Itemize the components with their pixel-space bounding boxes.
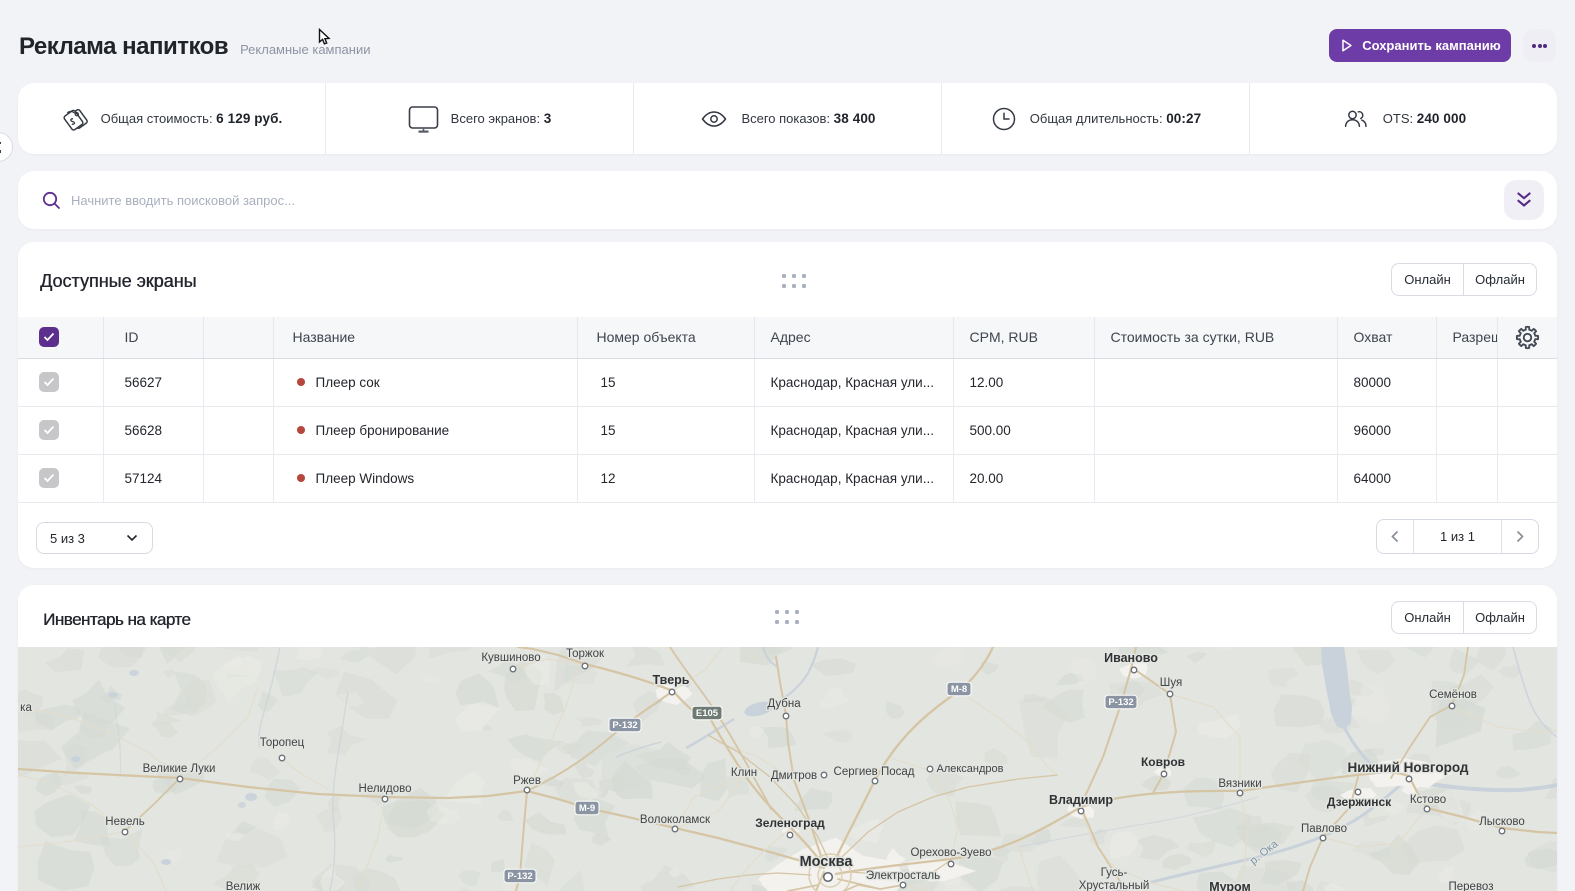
svg-text:Хрустальный: Хрустальный (1079, 880, 1150, 891)
svg-text:Электросталь: Электросталь (866, 870, 940, 882)
svg-text:М-9: М-9 (579, 803, 595, 814)
svg-text:Александров: Александров (937, 763, 1004, 775)
svg-text:Нелидово: Нелидово (359, 783, 412, 795)
svg-text:Гусь-: Гусь- (1101, 867, 1128, 879)
svg-text:Торопец: Торопец (260, 737, 305, 749)
svg-text:Нижний Новгород: Нижний Новгород (1348, 760, 1469, 775)
svg-text:Зеленоград: Зеленоград (755, 816, 825, 830)
svg-text:Павлово: Павлово (1301, 823, 1347, 835)
svg-text:Е105: Е105 (696, 708, 719, 719)
svg-text:Москва: Москва (800, 854, 854, 870)
svg-text:Дубна: Дубна (767, 698, 801, 710)
svg-text:Перевоз: Перевоз (1449, 881, 1494, 891)
svg-text:Владимир: Владимир (1049, 793, 1113, 807)
svg-text:Муром: Муром (1209, 880, 1251, 891)
svg-text:Дзержинск: Дзержинск (1327, 795, 1392, 809)
svg-text:М-8: М-8 (951, 684, 967, 695)
svg-text:Шуя: Шуя (1160, 677, 1182, 689)
svg-text:Торжок: Торжок (566, 648, 605, 660)
svg-text:Тверь: Тверь (653, 673, 690, 687)
svg-text:Велиж: Велиж (226, 881, 261, 891)
svg-text:Лысково: Лысково (1479, 816, 1525, 828)
svg-text:Кувшиново: Кувшиново (481, 652, 540, 664)
svg-text:Орехово-Зуево: Орехово-Зуево (910, 847, 991, 859)
svg-text:Р-132: Р-132 (1108, 697, 1133, 708)
svg-text:Ковров: Ковров (1141, 755, 1185, 769)
svg-text:Невель: Невель (105, 816, 144, 828)
svg-text:Кстово: Кстово (1410, 794, 1446, 806)
svg-text:Дмитров: Дмитров (771, 770, 817, 782)
svg-text:Р-132: Р-132 (507, 871, 532, 882)
svg-text:Р-132: Р-132 (612, 720, 637, 731)
svg-text:Вязники: Вязники (1218, 778, 1261, 790)
svg-text:Иваново: Иваново (1104, 651, 1158, 665)
svg-text:Семёнов: Семёнов (1429, 689, 1477, 701)
svg-text:Сергиев Посад: Сергиев Посад (834, 766, 915, 778)
svg-text:Великие Луки: Великие Луки (143, 763, 216, 775)
svg-text:ка: ка (20, 702, 32, 714)
svg-text:Волоколамск: Волоколамск (640, 814, 711, 826)
svg-text:Ржев: Ржев (513, 775, 541, 787)
svg-text:Клин: Клин (731, 767, 757, 779)
